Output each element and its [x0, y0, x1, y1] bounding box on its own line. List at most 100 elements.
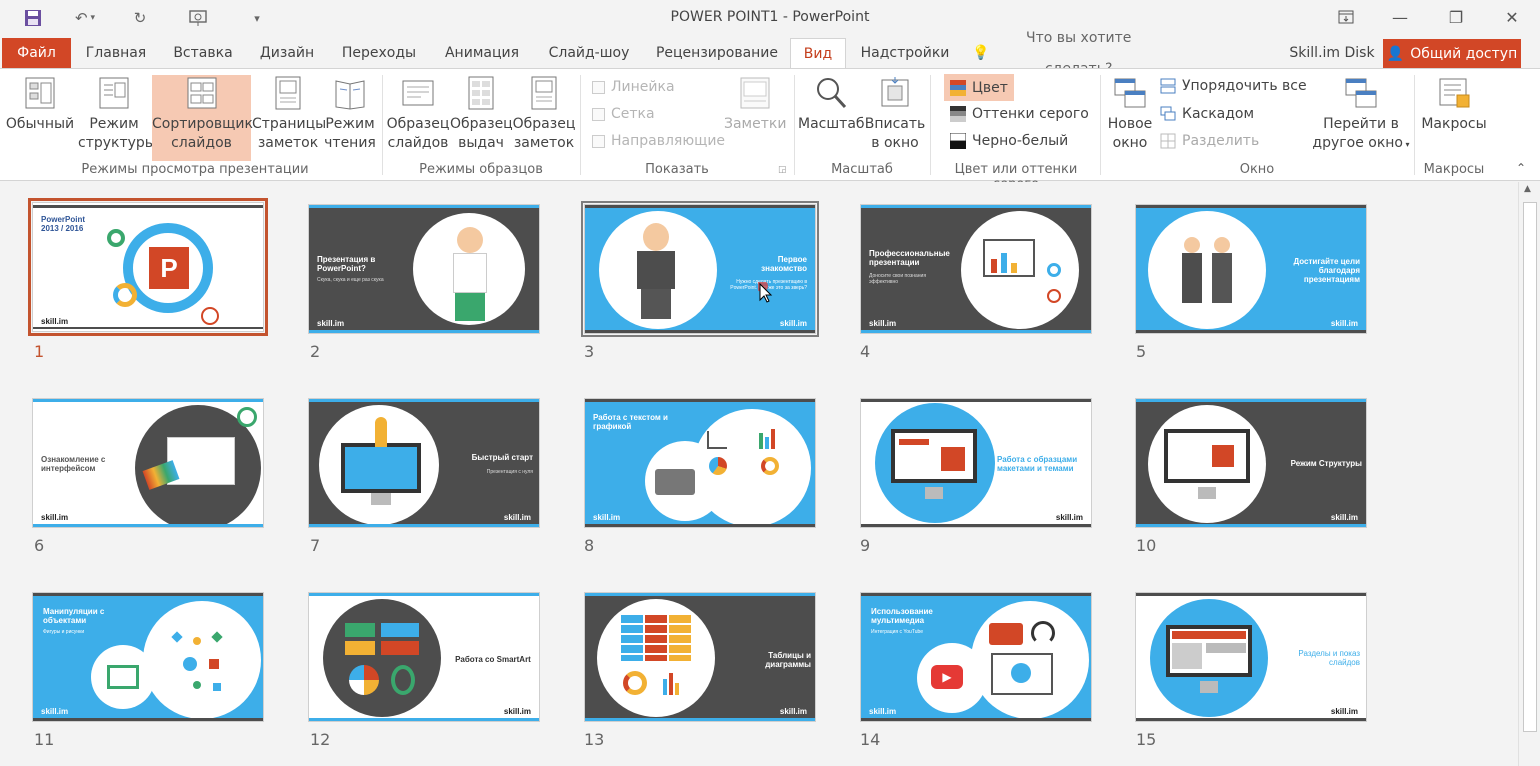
slide-sorter-icon — [185, 75, 219, 111]
slide-title: Использование мультимедиа — [871, 607, 933, 625]
slide-thumbnail[interactable]: Режим Структуры skill.im — [1135, 398, 1367, 528]
slide-thumbnail[interactable]: Таблицы и диаграммы skill.im — [584, 592, 816, 722]
slide-thumbnail[interactable]: Работа с текстом и графикой skill.im — [584, 398, 816, 528]
switch-windows-button[interactable]: Перейти в другое окно ▾ — [1312, 75, 1410, 154]
tab-home[interactable]: Главная — [80, 38, 152, 69]
slide-thumbnail[interactable]: Ознакомление с интерфейсом skill.im — [32, 398, 264, 528]
powerpoint-logo-icon: P — [149, 247, 189, 289]
tab-insert[interactable]: Вставка — [166, 38, 240, 69]
slide-number: 13 — [584, 730, 605, 749]
slide-title: Работа со SmartArt — [455, 655, 531, 664]
slide-number: 5 — [1136, 342, 1147, 361]
show-dialog-launcher-icon[interactable]: ◲ — [778, 165, 787, 175]
donut-icon — [113, 283, 137, 307]
slide-master-button[interactable]: Образец слайдов — [386, 75, 450, 153]
normal-view-button[interactable]: Обычный — [4, 75, 76, 134]
fit-to-window-button[interactable]: Вписать в окно — [864, 75, 926, 153]
notes-page-button[interactable]: Страницы заметок — [252, 75, 326, 153]
switch-label-2: другое окно — [1312, 135, 1403, 151]
tab-addins[interactable]: Надстройки — [856, 38, 954, 69]
reading-view-icon — [333, 75, 367, 111]
mouse-cursor-icon — [756, 280, 774, 308]
tab-file[interactable]: Файл — [2, 38, 71, 69]
group-show-label: Показать — [645, 162, 709, 177]
skillim-logo: skill.im — [503, 707, 531, 716]
slide-thumbnail[interactable]: PowerPoint 2013 / 2016 P skill.im — [28, 198, 268, 336]
group-views-label: Режимы просмотра презентации — [81, 162, 309, 177]
color-button[interactable]: Цвет — [944, 74, 1014, 101]
macros-button[interactable]: Макросы — [1418, 75, 1490, 134]
title-bar: ↶ ▾ ↻ ▾ POWER POINT1 - PowerPoint — ❐ ✕ — [0, 0, 1540, 36]
ribbon-display-options-icon[interactable] — [1326, 4, 1366, 30]
share-person-icon: 👤 — [1386, 45, 1405, 62]
zoom-button[interactable]: Масштаб — [798, 75, 865, 134]
slide-master-icon — [401, 75, 435, 111]
slide-sorter-button[interactable]: Сортировщик слайдов — [152, 75, 253, 161]
slide-number: 14 — [860, 730, 881, 749]
vertical-scrollbar[interactable]: ▲ — [1518, 182, 1540, 766]
slide-thumbnail[interactable]: Работа со SmartArt skill.im — [308, 592, 540, 722]
skillim-logo: skill.im — [41, 513, 69, 522]
restore-icon[interactable]: ❐ — [1436, 4, 1476, 30]
normal-view-icon — [23, 75, 57, 111]
black-white-button[interactable]: Черно-белый — [950, 133, 1068, 149]
monitor-illustration — [341, 443, 421, 493]
tab-review[interactable]: Рецензирование — [654, 38, 780, 69]
slide-thumbnail[interactable]: Использование мультимедиа Интеграция с Y… — [860, 592, 1092, 722]
ie-icon — [1047, 263, 1061, 277]
slide-thumbnail[interactable]: Быстрый старт Презентация с нуля skill.i… — [308, 398, 540, 528]
notes-icon — [738, 75, 772, 111]
close-icon[interactable]: ✕ — [1492, 4, 1532, 30]
tell-me-box[interactable]: 💡 Что вы хотите сделать? — [972, 30, 1162, 77]
slide-title: Работа с образцами макетами и темами — [997, 455, 1078, 473]
gridlines-checkbox[interactable]: Сетка — [592, 106, 655, 122]
speech-bubble-icon — [655, 469, 695, 495]
color-swatch-icon — [950, 79, 966, 96]
slide-thumbnail[interactable]: Достигайте цели благодаря презентациям s… — [1135, 204, 1367, 334]
cascade-button[interactable]: Каскадом — [1160, 106, 1254, 122]
grayscale-button[interactable]: Оттенки серого — [950, 106, 1089, 122]
slide-number: 7 — [310, 536, 321, 555]
reading-view-button[interactable]: Режим чтения — [322, 75, 378, 153]
notes-button[interactable]: Заметки — [724, 75, 786, 134]
collapse-ribbon-icon[interactable]: ⌃ — [1516, 161, 1526, 175]
slide-thumbnail[interactable]: Манипуляции с объектами Фигуры и рисунки… — [32, 592, 264, 722]
share-button[interactable]: 👤 Общий доступ — [1383, 39, 1521, 68]
slide-thumbnail[interactable]: Первое знакомство Нужно сделать презента… — [581, 201, 819, 337]
guides-checkbox[interactable]: Направляющие — [592, 133, 725, 149]
new-window-label-2: окно — [1112, 135, 1148, 151]
minimize-icon[interactable]: — — [1380, 4, 1420, 30]
outline-view-icon — [97, 75, 131, 111]
dropdown-arrow-icon: ▾ — [1403, 140, 1410, 149]
tab-transitions[interactable]: Переходы — [336, 38, 422, 69]
slide-thumbnail[interactable]: Разделы и показ слайдов skill.im — [1135, 592, 1367, 722]
arrange-all-button[interactable]: Упорядочить все — [1160, 78, 1307, 94]
scrollbar-thumb[interactable] — [1523, 202, 1537, 732]
ruler-checkbox[interactable]: Линейка — [592, 79, 675, 95]
slide-thumbnail[interactable]: Презентация в PowerPoint? Скука, скука и… — [308, 204, 540, 334]
black-white-label: Черно-белый — [972, 133, 1069, 149]
gridlines-label: Сетка — [611, 106, 655, 122]
black-white-icon — [950, 133, 966, 149]
group-window-label: Окно — [1239, 162, 1275, 177]
handout-master-button[interactable]: Образец выдач — [450, 75, 513, 153]
tab-animations[interactable]: Анимация — [438, 38, 526, 69]
tab-design[interactable]: Дизайн — [254, 38, 320, 69]
scroll-up-icon[interactable]: ▲ — [1524, 184, 1531, 194]
slide-thumbnail[interactable]: Профессиональные презентации Доносите св… — [860, 204, 1092, 334]
skillim-logo: skill.im — [1330, 319, 1358, 328]
outline-view-button[interactable]: Режим структуры — [78, 75, 156, 153]
slide-title: Разделы и показ слайдов — [1298, 649, 1360, 667]
handout-master-icon — [464, 75, 498, 111]
slide-thumbnail[interactable]: Работа с образцами макетами и темами ski… — [860, 398, 1092, 528]
group-zoom-label: Масштаб — [831, 162, 893, 177]
slide-number: 3 — [584, 342, 595, 361]
tab-slideshow[interactable]: Слайд-шоу — [544, 38, 634, 69]
notes-master-button[interactable]: Образец заметок — [512, 75, 576, 153]
bar-chart-icon — [759, 433, 763, 449]
account-name[interactable]: Skill.im Disk — [1286, 38, 1378, 69]
new-window-button[interactable]: Новое окно — [1104, 75, 1156, 153]
tab-view[interactable]: Вид — [790, 38, 846, 70]
macros-icon — [1437, 75, 1471, 111]
split-button[interactable]: Разделить — [1160, 133, 1259, 149]
